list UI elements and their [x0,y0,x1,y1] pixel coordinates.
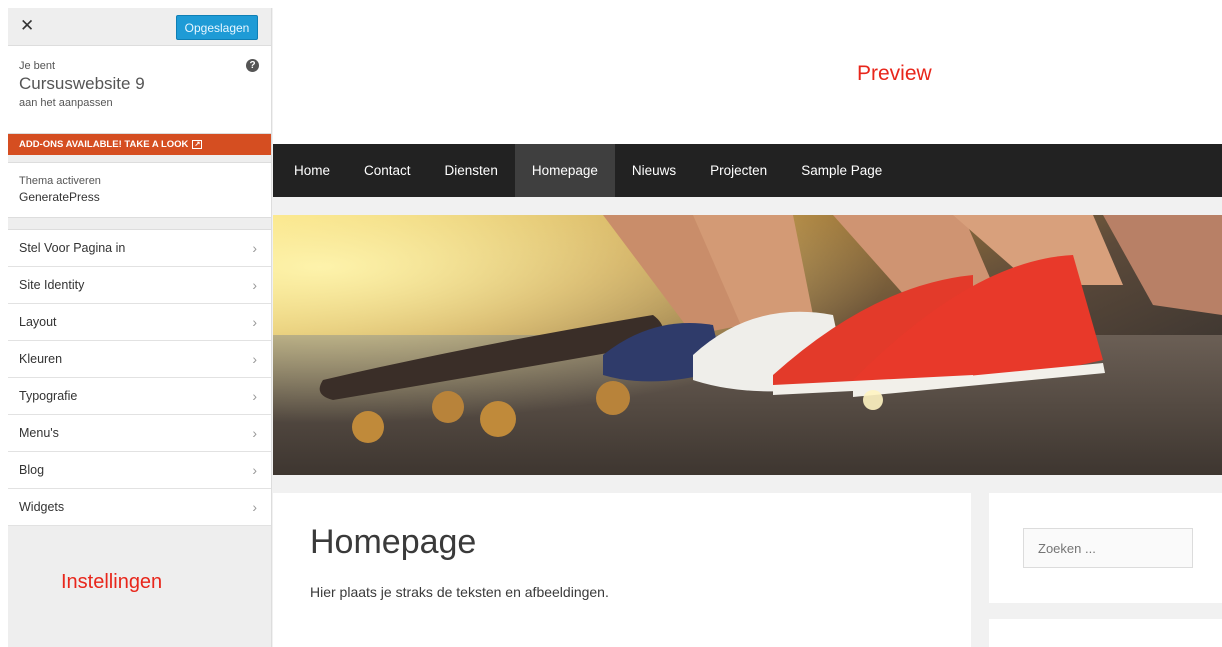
page-title: Homepage [310,523,477,561]
sidebar-item-static-front-page[interactable]: Stel Voor Pagina in › [8,230,271,267]
external-link-icon: ↗ [192,140,203,149]
nav-item-homepage[interactable]: Homepage [514,144,615,197]
chevron-right-icon: › [252,425,257,441]
help-icon[interactable]: ? [246,59,259,72]
search-widget [989,493,1222,603]
main-content: Homepage Hier plaats je straks de tekste… [273,493,971,647]
nav-item-nieuws[interactable]: Nieuws [615,144,693,197]
sidebar-item-label: Typografie [19,389,78,403]
nav-item-home[interactable]: Home [277,144,347,197]
customizer-sidebar: ✕ Opgeslagen Je bent Cursuswebsite 9 aan… [8,8,272,647]
preview-annotation: Preview [857,62,932,85]
customizing-suffix: aan het aanpassen [19,97,113,109]
nav-item-sample-page[interactable]: Sample Page [784,144,899,197]
chevron-right-icon: › [252,314,257,330]
primary-navigation: Home Contact Diensten Homepage Nieuws Pr… [273,144,1222,197]
sidebar-item-colors[interactable]: Kleuren › [8,341,271,378]
chevron-right-icon: › [252,240,257,256]
sidebar-item-label: Stel Voor Pagina in [19,241,126,255]
site-preview: Preview Home Contact Diensten Homepage N… [273,8,1222,647]
sidebar-item-label: Layout [19,315,57,329]
sidebar-item-blog[interactable]: Blog › [8,452,271,489]
chevron-right-icon: › [252,499,257,515]
sidebar-item-site-identity[interactable]: Site Identity › [8,267,271,304]
chevron-right-icon: › [252,351,257,367]
settings-annotation: Instellingen [61,571,163,593]
hero-photo [273,215,1222,475]
sidebar-header: ✕ Opgeslagen [8,8,271,46]
site-header: Preview [273,8,1222,144]
sidebar-item-layout[interactable]: Layout › [8,304,271,341]
theme-name: GeneratePress [19,190,100,204]
sidebar-item-typography[interactable]: Typografie › [8,378,271,415]
addons-banner-label: ADD-ONS AVAILABLE! TAKE A LOOK [19,139,189,150]
site-name: Cursuswebsite 9 [19,74,145,93]
sidebar-item-menus[interactable]: Menu's › [8,415,271,452]
addons-banner[interactable]: ADD-ONS AVAILABLE! TAKE A LOOK ↗ [8,134,271,155]
sidebar-item-label: Widgets [19,500,65,514]
save-button[interactable]: Opgeslagen [176,15,258,40]
chevron-right-icon: › [252,388,257,404]
theme-label: Thema activeren [19,175,101,187]
chevron-right-icon: › [252,462,257,478]
customizing-info: Je bent Cursuswebsite 9 aan het aanpasse… [8,46,271,134]
chevron-right-icon: › [252,277,257,293]
customizer-window: ✕ Opgeslagen Je bent Cursuswebsite 9 aan… [8,8,1222,647]
sidebar-item-label: Kleuren [19,352,63,366]
nav-item-contact[interactable]: Contact [347,144,428,197]
page-text: Hier plaats je straks de teksten en afbe… [310,584,609,600]
sidebar-item-label: Site Identity [19,278,85,292]
hero-image [273,215,1222,475]
customizing-prefix: Je bent [19,60,56,72]
sidebar-item-label: Blog [19,463,45,477]
sidebar-item-widgets[interactable]: Widgets › [8,489,271,526]
sidebar-widget [989,619,1222,647]
close-icon[interactable]: ✕ [20,16,34,36]
nav-item-diensten[interactable]: Diensten [428,144,515,197]
search-input[interactable] [1023,528,1193,568]
theme-section[interactable]: Thema activeren GeneratePress [8,162,271,218]
customizer-menu: Stel Voor Pagina in › Site Identity › La… [8,229,271,526]
nav-item-projecten[interactable]: Projecten [693,144,784,197]
sidebar-item-label: Menu's [19,426,59,440]
